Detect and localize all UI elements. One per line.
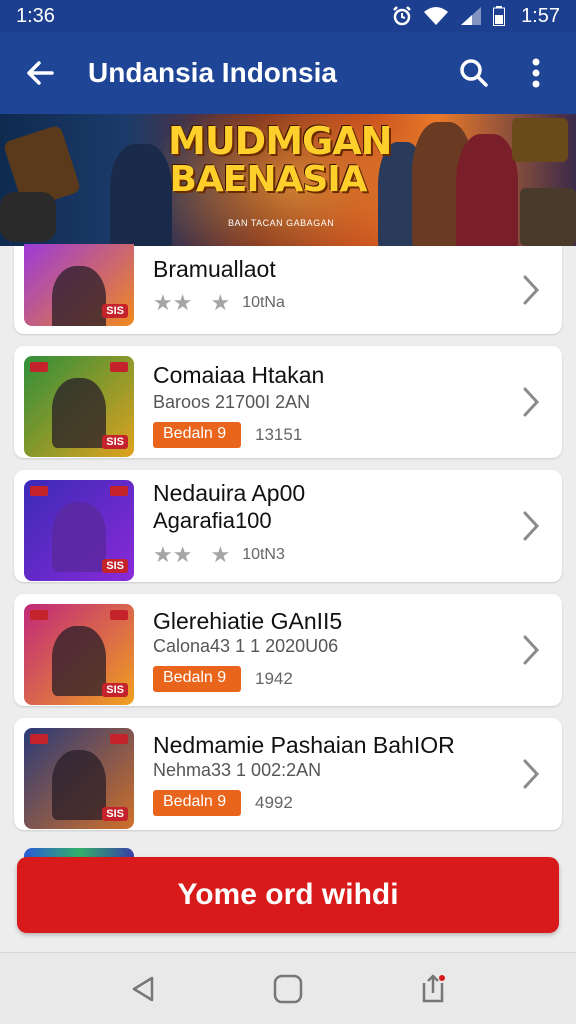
status-time-left: 1:36 [16,4,55,27]
thumbnail-tag: SIS [102,807,128,821]
status-badge: Bedaln 9 [153,790,241,816]
status-time-right: 1:57 [521,4,560,27]
list-item[interactable]: SIS Bramuallaot ★★ ★ 10tNa [14,244,562,334]
share-tray-icon [423,973,446,1002]
arrow-left-icon [27,61,54,85]
rating-count: 10tNa [242,294,285,311]
play-count: 1942 [255,669,293,688]
chevron-right-icon[interactable] [518,274,544,306]
banner-crate [512,118,568,162]
triangle-back-icon [132,976,153,1001]
square-home-icon [273,974,303,1003]
nav-back-button[interactable] [119,965,167,1013]
wifi-icon [424,7,449,25]
thumbnail-tag: SIS [102,683,128,697]
rating: ★★ ★ 10tNa [153,290,285,316]
game-list: SIS Bramuallaot ★★ ★ 10tNa SIS Comaiaa H… [14,244,562,842]
rating-count: 10tN3 [242,546,285,563]
game-thumbnail: SIS [24,604,134,705]
list-item[interactable]: SIS Comaiaa Htakan Baroos 21700I 2AN Bed… [14,346,562,458]
game-subtitle: Calona43 1 1 2020U06 [153,636,339,656]
signal-icon [461,7,482,25]
star-icon: ★★ [153,290,193,315]
star-icon: ★ [210,542,231,567]
banner-subline: BAN TACAN GABAGAN [228,218,335,228]
alarm-icon [393,6,411,26]
cta-button[interactable]: Yome ord wihdi [17,857,559,933]
game-subtitle: Nehma33 1 002:2AN [153,760,322,780]
game-name: Nedmamie Pashaian BahIOR [153,732,455,758]
chevron-right-icon[interactable] [518,510,544,542]
star-icon: ★★ [153,542,193,567]
system-icons: 1:57 [391,5,560,28]
banner-crate [520,188,576,246]
chevron-right-icon[interactable] [518,634,544,666]
back-button[interactable] [18,51,62,95]
rating: ★★ ★ 10tN3 [153,542,285,568]
chevron-right-icon[interactable] [518,758,544,790]
list-item[interactable]: SIS Nedmamie Pashaian BahIOR Nehma33 1 0… [14,718,562,830]
nav-home-button[interactable] [264,965,312,1013]
banner-headline: MUDMGAN BAENASIA [168,119,392,200]
status-bar: 1:36 1:57 [0,0,576,32]
banner-character [0,192,56,242]
chevron-right-icon[interactable] [518,386,544,418]
star-icon: ★ [210,290,231,315]
thumbnail-tag: SIS [102,304,128,318]
search-button[interactable] [452,51,496,95]
game-subtitle: Baroos 21700I 2AN [153,392,311,412]
game-thumbnail: SIS [24,356,134,457]
more-options-button[interactable] [514,51,558,95]
game-subtitle: Agarafia100 [153,508,272,533]
app-bar: Undansia Indonsia [0,32,576,114]
game-name: Comaiaa Htakan [153,362,325,388]
play-count: 13151 [255,425,303,444]
banner-character [110,144,172,246]
status-badge: Bedaln 9 [153,422,241,448]
list-item[interactable]: SIS Nedauira Ap00 Agarafia100 ★★ ★ 10tN3 [14,470,562,582]
game-thumbnail: SIS [24,480,134,581]
system-nav-bar [0,952,576,1024]
game-thumbnail: SIS [24,244,134,326]
status-badge: Bedaln 9 [153,666,241,692]
game-name: Bramuallaot [153,256,276,282]
promo-banner[interactable]: MUDMGAN BAENASIA BAN TACAN GABAGAN [0,114,576,246]
play-count: 4992 [255,793,293,812]
thumbnail-tag: SIS [102,435,128,449]
list-item[interactable]: SIS Glerehiatie GAnII5 Calona43 1 1 2020… [14,594,562,706]
game-thumbnail: SIS [24,728,134,829]
thumbnail-tag: SIS [102,559,128,573]
page-title: Undansia Indonsia [88,57,337,88]
battery-icon [493,6,506,26]
nav-recents-button[interactable] [409,965,457,1013]
banner-character [456,134,518,246]
game-name: Glerehiatie GAnII5 [153,608,343,634]
game-name: Nedauira Ap00 [153,480,306,506]
more-vertical-icon [532,58,540,88]
search-icon [460,59,488,87]
